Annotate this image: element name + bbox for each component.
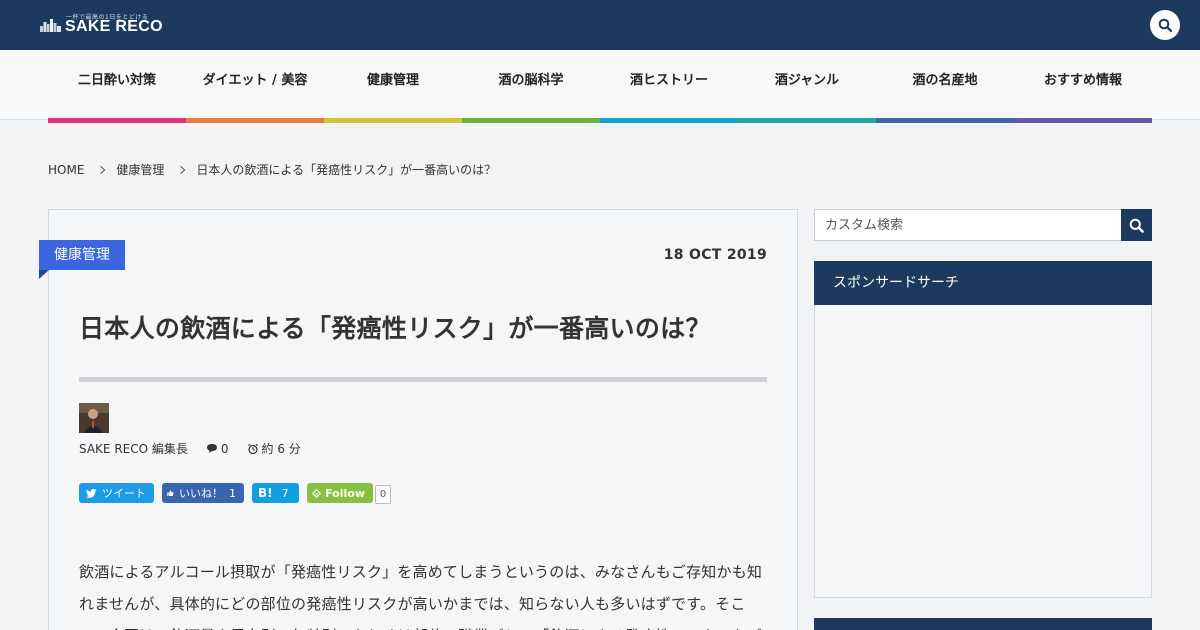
nav-color-bar bbox=[462, 118, 600, 123]
main-nav: 二日酔い対策 ダイエット / 美容 健康管理 酒の脳科学 酒ヒストリー 酒ジャン… bbox=[0, 50, 1200, 123]
thumbs-up-icon bbox=[167, 490, 174, 496]
hatena-icon: B! bbox=[258, 486, 273, 500]
nav-color-bar bbox=[1014, 118, 1152, 123]
custom-search-input[interactable] bbox=[814, 209, 1121, 241]
author-avatar[interactable] bbox=[79, 403, 109, 433]
comment-count[interactable]: 0 bbox=[206, 442, 229, 456]
feedly-follow-button[interactable]: Follow bbox=[307, 483, 373, 503]
sidebar-search bbox=[814, 209, 1152, 241]
chevron-right-icon bbox=[177, 165, 186, 174]
article-title: 日本人の飲酒による「発癌性リスク」が一番高いのは？ bbox=[79, 314, 711, 343]
twitter-bird-icon bbox=[86, 488, 97, 498]
skyline-icon bbox=[40, 19, 61, 32]
article-body: 飲酒によるアルコール摂取が「発癌性リスク」を高めてしまうというのは、みなさんもご… bbox=[79, 563, 763, 630]
nav-item-diet-beauty[interactable]: ダイエット / 美容 bbox=[186, 50, 324, 123]
sponsored-search-heading: スポンサードサーチ bbox=[814, 261, 1152, 305]
share-buttons: ツイート いいね！ 1 B! 7 Follow 0 bbox=[79, 483, 391, 504]
breadcrumb-current: 日本人の飲酒による「発癌性リスク」が一番高いのは？ bbox=[196, 163, 497, 177]
author-name[interactable]: SAKE RECO 編集長 bbox=[79, 440, 188, 457]
nav-item-hangover[interactable]: 二日酔い対策 bbox=[48, 50, 186, 123]
nav-item-history[interactable]: 酒ヒストリー bbox=[600, 50, 738, 123]
like-count: 1 bbox=[229, 486, 236, 500]
feedly-icon bbox=[312, 488, 321, 498]
nav-color-bar bbox=[600, 118, 738, 123]
nav-item-brain-science[interactable]: 酒の脳科学 bbox=[462, 50, 600, 123]
nav-item-health[interactable]: 健康管理 bbox=[324, 50, 462, 123]
nav-item-recommended[interactable]: おすすめ情報 bbox=[1014, 50, 1152, 123]
facebook-like-button[interactable]: いいね！ 1 bbox=[162, 483, 244, 503]
breadcrumb-home[interactable]: HOME bbox=[48, 163, 84, 177]
top-header: 一杯で最高の1日をとどける SAKE RECO bbox=[0, 0, 1200, 50]
tweet-button[interactable]: ツイート bbox=[79, 483, 154, 503]
comment-icon bbox=[206, 444, 217, 453]
avatar-image bbox=[79, 403, 109, 433]
hatena-count: 7 bbox=[281, 486, 289, 500]
search-icon bbox=[1158, 18, 1172, 32]
nav-item-genre[interactable]: 酒ジャンル bbox=[738, 50, 876, 123]
category-label-fold bbox=[39, 270, 49, 279]
alarm-clock-icon bbox=[247, 443, 258, 454]
follow-count: 0 bbox=[375, 484, 391, 504]
nav-color-bar bbox=[738, 118, 876, 123]
read-time: 約 6 分 bbox=[247, 440, 301, 457]
site-logo[interactable]: 一杯で最高の1日をとどける SAKE RECO bbox=[40, 12, 165, 38]
chevron-right-icon bbox=[97, 165, 106, 174]
header-search-button[interactable] bbox=[1150, 10, 1180, 40]
nav-color-bar bbox=[48, 118, 186, 123]
nav-color-bar bbox=[186, 118, 324, 123]
title-divider bbox=[79, 377, 767, 382]
sponsored-search-area bbox=[814, 305, 1152, 598]
search-icon bbox=[1129, 218, 1144, 233]
breadcrumb-category[interactable]: 健康管理 bbox=[116, 161, 164, 178]
nav-color-bar bbox=[324, 118, 462, 123]
nav-color-bar bbox=[876, 118, 1014, 123]
category-label[interactable]: 健康管理 bbox=[39, 240, 125, 270]
custom-search-button[interactable] bbox=[1121, 209, 1152, 241]
sidebar-next-widget-heading bbox=[814, 618, 1152, 630]
hatena-bookmark-button[interactable]: B! 7 bbox=[252, 483, 299, 503]
nav-item-regions[interactable]: 酒の名産地 bbox=[876, 50, 1014, 123]
breadcrumb: HOME 健康管理 日本人の飲酒による「発癌性リスク」が一番高いのは？ bbox=[48, 161, 496, 178]
publish-date: 18 OCT 2019 bbox=[663, 247, 767, 263]
logo-text: SAKE RECO bbox=[65, 18, 163, 35]
article-meta: SAKE RECO 編集長 0 約 6 分 bbox=[79, 440, 319, 457]
